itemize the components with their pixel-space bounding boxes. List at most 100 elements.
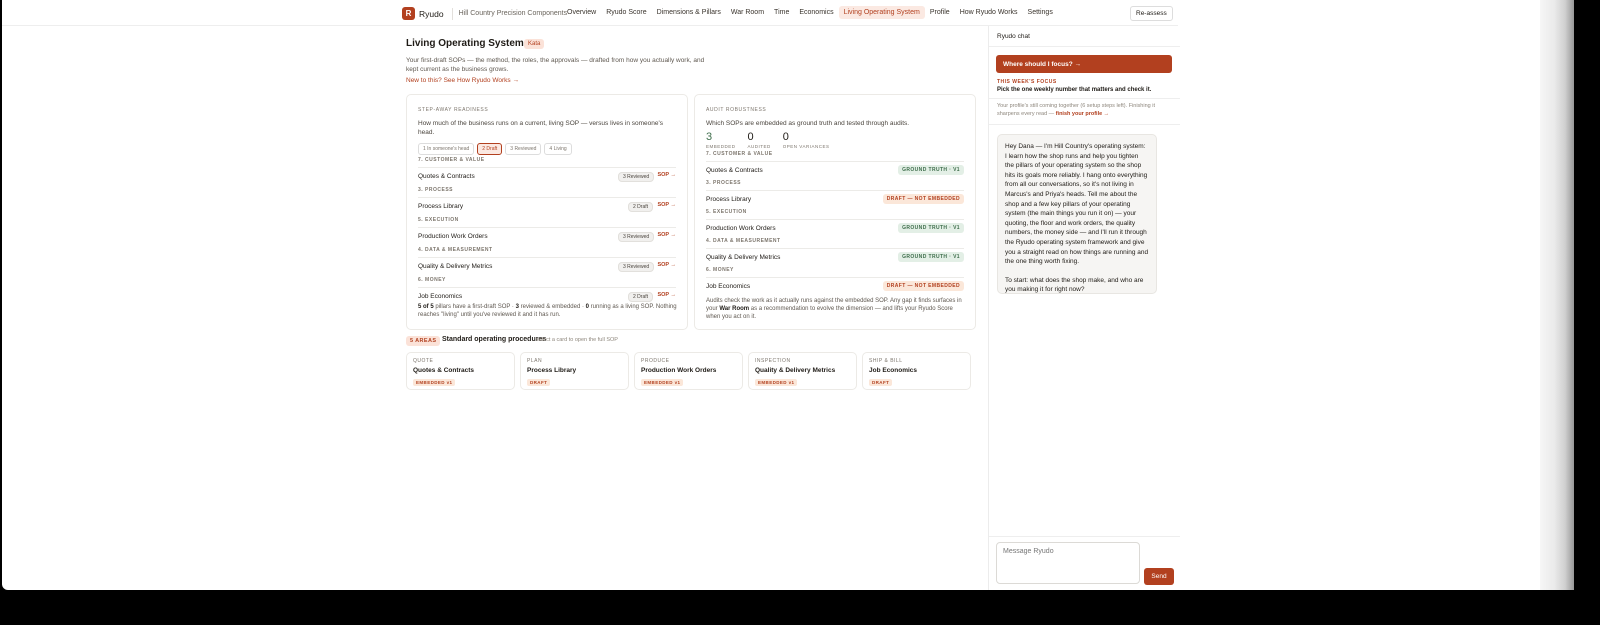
row-divider — [418, 227, 676, 228]
sop-link[interactable]: SOP → — [657, 232, 676, 238]
profile-note: Your profile's still coming together (6 … — [997, 103, 1155, 117]
step-away-readiness-card: STEP-AWAY READINESS How much of the busi… — [406, 94, 688, 330]
stage-in-someones-head[interactable]: 1 In someone's head — [418, 143, 475, 155]
audit-tag: DRAFT — NOT EMBEDDED — [882, 194, 964, 204]
kata-badge: Kata — [524, 39, 545, 49]
area-card-produce[interactable]: PRODUCE Production Work Orders EMBEDDED … — [634, 352, 743, 390]
stage-draft[interactable]: 2 Draft — [477, 143, 503, 155]
nav-economics[interactable]: Economics — [794, 6, 838, 19]
card-label: STEP-AWAY READINESS — [418, 107, 489, 113]
send-button[interactable]: Send — [1144, 568, 1174, 585]
nav-ryudo-score[interactable]: Ryudo Score — [601, 6, 651, 19]
app-content: R Ryudo Hill Country Precision Component… — [2, 0, 1567, 590]
row-name: Production Work Orders — [706, 225, 776, 232]
row-divider — [418, 167, 676, 168]
row-name: Quality & Delivery Metrics — [706, 254, 781, 261]
message-paragraph: To start: what does the shop make, and w… — [1005, 276, 1144, 294]
nav-war-room[interactable]: War Room — [726, 6, 769, 19]
chat-panel: Ryudo chat Where should I focus? → THIS … — [988, 26, 1180, 590]
row-divider — [706, 161, 964, 162]
audit-robustness-card: AUDIT ROBUSTNESS Which SOPs are embedded… — [694, 94, 976, 330]
divider — [989, 98, 1180, 99]
logo-icon: R — [402, 7, 415, 20]
row-name: Process Library — [706, 196, 752, 203]
audit-note: Audits check the work as it actually run… — [706, 298, 962, 320]
area-card-inspection[interactable]: INSPECTION Quality & Delivery Metrics EM… — [748, 352, 857, 390]
status-pill: 3 Reviewed — [618, 232, 655, 242]
row-divider — [706, 219, 964, 220]
assistant-message: Hey Dana — I'm Hill Country's operating … — [997, 134, 1157, 294]
brand-divider — [451, 7, 453, 20]
nav-dimensions-pillars[interactable]: Dimensions & Pillars — [652, 6, 726, 19]
row-name: Quotes & Contracts — [418, 173, 475, 180]
areas-title: Standard operating procedures — [442, 336, 547, 343]
audit-tag: GROUND TRUTH · V1 — [898, 252, 964, 262]
area-category: INSPECTION — [755, 358, 791, 364]
week-focus-text: Pick the one weekly number that matters … — [997, 87, 1152, 93]
message-input[interactable] — [996, 542, 1140, 584]
area-name: Quality & Delivery Metrics — [755, 367, 836, 374]
divider — [989, 46, 1180, 47]
area-name: Quotes & Contracts — [413, 367, 475, 374]
sop-link[interactable]: SOP → — [657, 202, 676, 208]
nav-settings[interactable]: Settings — [1023, 6, 1058, 19]
area-name: Job Economics — [869, 367, 918, 374]
card-description: Which SOPs are embedded as ground truth … — [706, 120, 910, 127]
top-nav: R Ryudo Hill Country Precision Component… — [2, 0, 1178, 26]
stat-audited: 0 AUDITED — [748, 131, 771, 149]
area-card-ship-bill[interactable]: SHIP & BILL Job Economics DRAFT — [862, 352, 971, 390]
row-divider — [418, 287, 676, 288]
section-label: 4. DATA & MEASUREMENT — [418, 247, 493, 253]
area-category: PLAN — [527, 358, 543, 364]
nav-links: Overview Ryudo Score Dimensions & Pillar… — [562, 6, 1058, 19]
stage-living[interactable]: 4 Living — [544, 143, 572, 155]
section-label: 3. PROCESS — [418, 187, 454, 193]
audit-stats: 3 EMBEDDED 0 AUDITED 0 OPEN VARIANCES — [706, 131, 829, 149]
divider — [989, 536, 1180, 537]
message-paragraph: Hey Dana — I'm Hill Country's operating … — [1005, 143, 1149, 266]
area-category: QUOTE — [413, 358, 434, 364]
nav-living-operating-system[interactable]: Living Operating System — [838, 6, 925, 19]
nav-time[interactable]: Time — [769, 6, 794, 19]
nav-profile[interactable]: Profile — [925, 6, 955, 19]
stat-label: EMBEDDED — [706, 144, 736, 149]
status-pill: 2 Draft — [628, 202, 654, 212]
how-ryudo-works-link[interactable]: New to this? See How Ryudo Works → — [406, 77, 519, 84]
card-description: How much of the business runs on a curre… — [418, 120, 663, 136]
readiness-summary: 5 of 5 pillars have a first-draft SOP · … — [418, 304, 677, 318]
row-name: Quality & Delivery Metrics — [418, 263, 493, 270]
section-label: 3. PROCESS — [706, 180, 742, 186]
row-divider — [706, 248, 964, 249]
area-name: Process Library — [527, 367, 577, 374]
stat-embedded: 3 EMBEDDED — [706, 131, 736, 149]
stat-open-variances: 0 OPEN VARIANCES — [783, 131, 830, 149]
section-label: 5. EXECUTION — [418, 217, 459, 223]
nav-how-ryudo-works[interactable]: How Ryudo Works — [955, 6, 1023, 19]
area-tag: EMBEDDED v1 — [755, 379, 798, 386]
finish-profile-link[interactable]: finish your profile → — [1056, 111, 1109, 117]
area-card-plan[interactable]: PLAN Process Library DRAFT — [520, 352, 629, 390]
page-title: Living Operating System — [406, 38, 524, 49]
stat-value: 3 — [706, 131, 713, 143]
divider — [989, 124, 1180, 125]
sop-link[interactable]: SOP → — [657, 292, 676, 298]
nav-overview[interactable]: Overview — [562, 6, 601, 19]
row-name: Production Work Orders — [418, 233, 488, 240]
section-label: 6. MONEY — [706, 267, 734, 273]
chat-title: Ryudo chat — [997, 33, 1030, 40]
brand[interactable]: R Ryudo Hill Country Precision Component… — [402, 7, 567, 20]
sop-link[interactable]: SOP → — [657, 262, 676, 268]
status-pill: 2 Draft — [628, 292, 654, 302]
focus-button[interactable]: Where should I focus? → — [996, 55, 1172, 73]
audit-tag: GROUND TRUTH · V1 — [898, 165, 964, 175]
reassess-button[interactable]: Re-assess — [1130, 6, 1173, 21]
stage-reviewed[interactable]: 3 Reviewed — [505, 143, 542, 155]
sop-link[interactable]: SOP → — [657, 172, 676, 178]
section-label: 5. EXECUTION — [706, 209, 747, 215]
row-divider — [706, 277, 964, 278]
area-card-quote[interactable]: QUOTE Quotes & Contracts EMBEDDED v1 — [406, 352, 515, 390]
status-pill: 3 Reviewed — [618, 172, 655, 182]
area-category: SHIP & BILL — [869, 358, 903, 364]
status-pill: 3 Reviewed — [618, 262, 655, 272]
row-name: Job Economics — [706, 283, 751, 290]
